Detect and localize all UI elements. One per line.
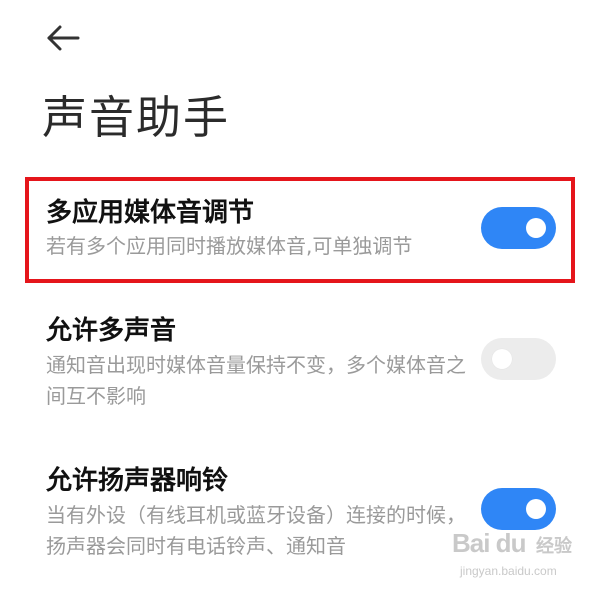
toggle-knob [526, 499, 546, 519]
setting-title: 多应用媒体音调节 [46, 198, 255, 228]
watermark-cn-text: 经验 [536, 536, 572, 557]
setting-row-allow-multiple-sounds[interactable]: 允许多声音 通知音出现时媒体音量保持不变，多个媒体音之间互不影响 [0, 314, 600, 414]
page-title: 声音助手 [42, 91, 231, 144]
baidu-jingyan-watermark: Bai du 经验 jingyan.baidu.com [452, 528, 592, 584]
setting-title: 允许扬声器响铃 [46, 466, 229, 496]
toggle-switch-allow-multiple-sounds[interactable] [481, 338, 556, 380]
setting-row-multi-app-media-volume[interactable]: 多应用媒体音调节 若有多个应用同时播放媒体音,可单独调节 [0, 190, 600, 270]
toggle-switch-allow-speaker-ring[interactable] [481, 488, 556, 530]
setting-title: 允许多声音 [46, 316, 177, 346]
toggle-knob [526, 218, 546, 238]
watermark-logo: Bai du [452, 528, 526, 559]
watermark-logo-text: Bai du [452, 528, 526, 558]
arrow-left-icon [47, 25, 80, 51]
setting-description: 通知音出现时媒体音量保持不变，多个媒体音之间互不影响 [46, 353, 466, 408]
setting-description: 当有外设（有线耳机或蓝牙设备）连接的时候，扬声器会同时有电话铃声、通知音 [46, 503, 466, 558]
back-button[interactable] [40, 18, 86, 58]
watermark-url: jingyan.baidu.com [460, 564, 557, 578]
toggle-knob [492, 349, 512, 369]
setting-description: 若有多个应用同时播放媒体音,可单独调节 [46, 234, 413, 258]
toggle-switch-multi-app-media-volume[interactable] [481, 207, 556, 249]
settings-screen: 声音助手 多应用媒体音调节 若有多个应用同时播放媒体音,可单独调节 允许多声音 … [0, 0, 600, 593]
